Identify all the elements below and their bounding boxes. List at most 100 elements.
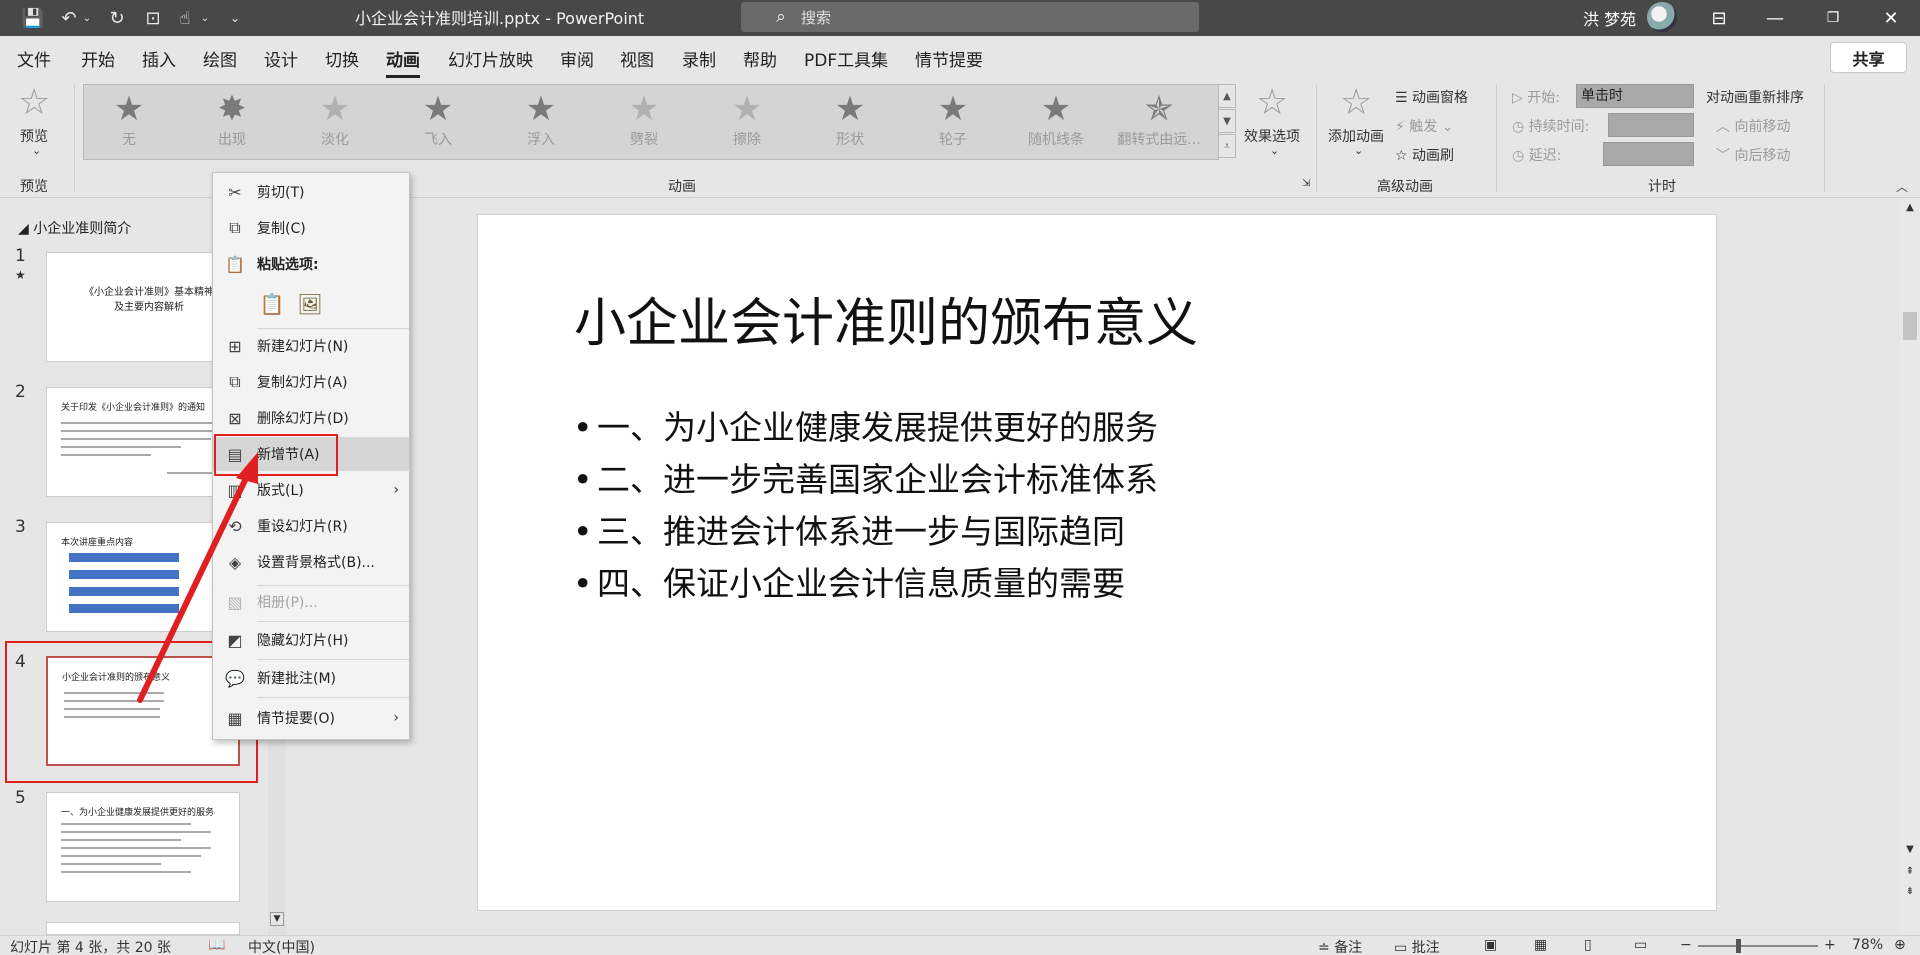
slide-thumbnail-3[interactable]: 本次讲座重点内容 [46,522,240,632]
tab-draw[interactable]: 绘图 [203,46,237,71]
effect-options-dropdown-icon[interactable]: ⌄ [1270,144,1279,157]
slideshow-icon[interactable]: ▭ [1634,937,1647,953]
dialog-launcher-icon[interactable]: ⇲ [1302,178,1310,189]
animation-painter-button[interactable]: ☆ 动画刷 [1395,145,1454,165]
preview-dropdown-icon[interactable]: ⌄ [32,144,41,157]
restore-icon[interactable]: ❐ [1810,0,1856,36]
ribbon-display-icon[interactable]: ⊟ [1696,0,1742,36]
scrollbar-thumb[interactable] [1903,312,1917,340]
paste-keep-format-icon[interactable]: 📋 [259,292,285,318]
animation-grow-turn[interactable]: ✯ 翻转式由远... [1114,89,1204,157]
fit-slide-icon[interactable]: ⊕ [1894,937,1906,953]
trigger-button[interactable]: ⚡ 触发 ⌄ [1395,116,1453,136]
tab-help[interactable]: 帮助 [743,46,777,71]
menu-item-format-background[interactable]: ◈ 设置背景格式(B)... [213,545,409,579]
add-animation-dropdown-icon[interactable]: ⌄ [1354,144,1363,157]
tab-storyboard[interactable]: 情节提要 [915,46,983,71]
animation-fly-in[interactable]: ★ 飞入 [393,89,483,157]
tab-view[interactable]: 视图 [620,46,654,71]
touch-mode-icon[interactable]: ☝ [172,4,198,32]
previous-slide-icon[interactable]: ⇞ [1903,866,1917,877]
slide-thumbnail-6[interactable] [46,922,240,935]
scroll-down-icon[interactable]: ▼ [1903,844,1917,855]
zoom-level[interactable]: 78% [1852,937,1883,953]
tab-home[interactable]: 开始 [81,46,115,71]
next-slide-icon[interactable]: ⇟ [1903,886,1917,897]
zoom-slider-thumb[interactable] [1736,939,1741,953]
notes-button[interactable]: ≐ 备注 [1318,937,1362,955]
reading-view-icon[interactable]: ▯ [1584,937,1592,953]
animation-shape[interactable]: ★ 形状 [805,89,895,157]
accessibility-icon[interactable]: 📖 [208,937,225,953]
tab-animations[interactable]: 动画 [386,46,420,78]
menu-item-delete-slide[interactable]: ⊠ 删除幻灯片(D) [213,401,409,435]
preview-button[interactable]: 预览 [20,126,48,146]
menu-item-cut[interactable]: ✂ 剪切(T) [213,175,409,209]
zoom-in-icon[interactable]: + [1824,937,1836,953]
touch-dropdown-icon[interactable]: ⌄ [198,4,212,32]
delay-input[interactable] [1603,142,1694,166]
add-animation-button[interactable]: 添加动画 [1328,126,1384,146]
menu-item-layout[interactable]: ▥ 版式(L) › [213,473,409,507]
animation-wheel[interactable]: ★ 轮子 [908,89,998,157]
paste-picture-icon[interactable]: 🖼 [297,292,323,318]
animation-none[interactable]: ★ 无 [84,89,174,157]
tab-transitions[interactable]: 切换 [325,46,359,71]
slide[interactable]: 小企业会计准则的颁布意义 • 一、为小企业健康发展提供更好的服务 • 二、进一步完善… [477,214,1717,911]
slide-thumbnail-2[interactable]: 关于印发《小企业会计准则》的通知 [46,387,240,497]
animation-appear[interactable]: ✸ 出现 [187,89,277,157]
menu-item-new-slide[interactable]: ⊞ 新建幻灯片(N) [213,329,409,363]
close-icon[interactable]: ✕ [1868,0,1914,36]
tab-insert[interactable]: 插入 [142,46,176,71]
gallery-scroll-down-icon[interactable]: ▼ [1218,109,1236,133]
menu-item-new-comment[interactable]: 💬 新建批注(M) [213,661,409,695]
menu-item-copy[interactable]: ⧉ 复制(C) [213,211,409,245]
move-earlier-button[interactable]: ︿ 向前移动 [1716,116,1790,136]
animation-float-in[interactable]: ★ 浮入 [496,89,586,157]
animation-random-bars[interactable]: ★ 随机线条 [1011,89,1101,157]
menu-item-storyboard[interactable]: ▦ 情节提要(O) › [213,701,409,735]
section-header[interactable]: ◢ 小企业准则简介 [18,218,131,238]
slide-scrollbar[interactable]: ▲ ▼ ⇞ ⇟ [1900,198,1920,935]
effect-options-icon[interactable]: ☆ [1256,82,1288,123]
bullet-item[interactable]: • 四、保证小企业会计信息质量的需要 [573,557,1125,605]
duration-input[interactable] [1608,113,1694,137]
bullet-item[interactable]: • 一、为小企业健康发展提供更好的服务 [573,401,1158,449]
slide-sorter-icon[interactable]: ▦ [1534,937,1547,953]
zoom-slider[interactable] [1698,945,1818,947]
gallery-scroll-up-icon[interactable]: ▲ [1218,84,1236,108]
slide-title[interactable]: 小企业会计准则的颁布意义 [574,281,1198,356]
zoom-out-icon[interactable]: − [1680,937,1692,953]
bullet-item[interactable]: • 二、进一步完善国家企业会计标准体系 [573,453,1158,501]
start-combo[interactable]: 单击时 [1576,84,1694,108]
user-name[interactable]: 洪 梦苑 [1583,6,1636,30]
slide-thumbnail-1[interactable]: 《小企业会计准则》基本精神及主要内容解析 [46,252,240,362]
avatar[interactable] [1647,2,1677,32]
animation-wipe[interactable]: ★ 擦除 [702,89,792,157]
share-button[interactable]: 共享 [1830,42,1907,73]
normal-view-icon[interactable]: ▣ [1484,937,1497,953]
animation-fade[interactable]: ★ 淡化 [290,89,380,157]
preview-star-icon[interactable]: ☆ [18,82,50,123]
collapse-ribbon-icon[interactable]: ︿ [1896,178,1908,195]
animation-split[interactable]: ★ 劈裂 [599,89,689,157]
minimize-icon[interactable]: — [1752,0,1798,36]
menu-item-reset-slide[interactable]: ⟲ 重设幻灯片(R) [213,509,409,543]
tab-record[interactable]: 录制 [682,46,716,71]
tab-slideshow[interactable]: 幻灯片放映 [448,46,533,71]
present-icon[interactable]: ⊡ [140,4,166,32]
slide-thumbnail-5[interactable]: 一、为小企业健康发展提供更好的服务 [46,792,240,902]
add-animation-icon[interactable]: ☆ [1340,82,1372,123]
move-later-button[interactable]: ﹀ 向后移动 [1716,145,1790,165]
tab-review[interactable]: 审阅 [560,46,594,71]
scroll-down-icon[interactable]: ▼ [270,912,284,926]
scroll-up-icon[interactable]: ▲ [1903,202,1917,213]
comments-button[interactable]: ▭ 批注 [1394,937,1440,955]
tab-pdf-tools[interactable]: PDF工具集 [804,46,888,71]
effect-options-button[interactable]: 效果选项 [1244,126,1300,146]
tab-design[interactable]: 设计 [264,46,298,71]
redo-icon[interactable]: ↻ [104,4,130,32]
language[interactable]: 中文(中国) [248,937,315,955]
bullet-item[interactable]: • 三、推进会计体系进一步与国际趋同 [573,505,1125,553]
save-icon[interactable]: 💾 [20,4,46,32]
